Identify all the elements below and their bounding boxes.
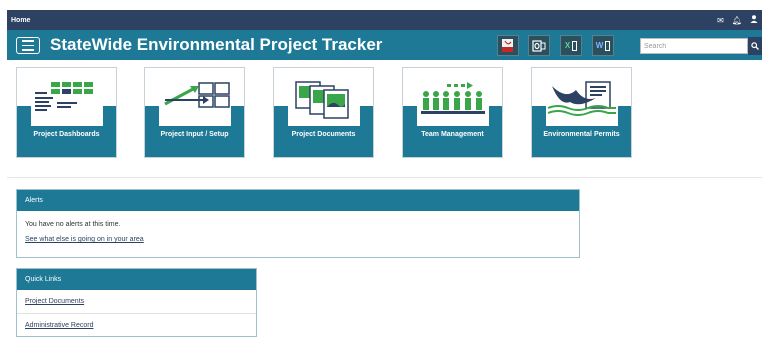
- quick-link-project-documents[interactable]: Project Documents: [25, 298, 84, 305]
- tile-project-dashboards[interactable]: Project Dashboards: [16, 67, 117, 158]
- export-outlook-button[interactable]: [528, 35, 550, 56]
- tile-label: Environmental Permits: [543, 131, 620, 138]
- permits-icon: [546, 78, 618, 126]
- alerts-title: Alerts: [17, 190, 579, 211]
- hamburger-menu-button[interactable]: [16, 37, 40, 54]
- export-word-button[interactable]: W: [592, 35, 614, 56]
- search-button[interactable]: [748, 37, 762, 55]
- app-header: StateWide Environmental Project Tracker …: [7, 30, 762, 60]
- quick-link-administrative-record[interactable]: Administrative Record: [25, 322, 93, 329]
- app-title: StateWide Environmental Project Tracker: [50, 35, 383, 54]
- top-bar: Home ✉ 🔔︎: [7, 10, 762, 30]
- tile-label: Project Dashboards: [33, 131, 100, 138]
- search-icon: [751, 42, 759, 50]
- divider: [7, 177, 762, 178]
- export-pdf-button[interactable]: [497, 35, 519, 56]
- outlook-icon: [532, 39, 546, 52]
- tile-project-input-setup[interactable]: Project Input / Setup: [144, 67, 245, 158]
- export-excel-button[interactable]: X: [560, 35, 582, 56]
- team-icon: [417, 78, 489, 126]
- home-link[interactable]: Home: [11, 17, 30, 24]
- envelope-icon[interactable]: ✉: [717, 16, 724, 25]
- excel-icon: X: [564, 41, 571, 50]
- search-input[interactable]: [640, 38, 748, 54]
- pdf-icon: [502, 39, 513, 52]
- tile-label: Project Documents: [291, 131, 356, 138]
- quick-links-title: Quick Links: [17, 269, 256, 290]
- tile-project-documents[interactable]: Project Documents: [273, 67, 374, 158]
- word-icon: W: [595, 41, 604, 50]
- quick-links-panel: Quick Links Project Documents Administra…: [16, 268, 257, 337]
- tile-label: Team Management: [421, 131, 484, 138]
- user-icon[interactable]: [750, 15, 758, 25]
- tile-environmental-permits[interactable]: Environmental Permits: [531, 67, 632, 158]
- dashboard-icon: [31, 78, 103, 126]
- alerts-message: You have no alerts at this time.: [25, 221, 121, 228]
- documents-icon: [288, 78, 360, 126]
- input-setup-icon: [159, 78, 231, 126]
- bell-icon[interactable]: 🔔︎: [732, 16, 742, 25]
- alerts-panel: Alerts You have no alerts at this time. …: [16, 189, 580, 258]
- tile-label: Project Input / Setup: [160, 131, 229, 138]
- area-activity-link[interactable]: See what else is going on in your area: [25, 236, 144, 243]
- tile-team-management[interactable]: Team Management: [402, 67, 503, 158]
